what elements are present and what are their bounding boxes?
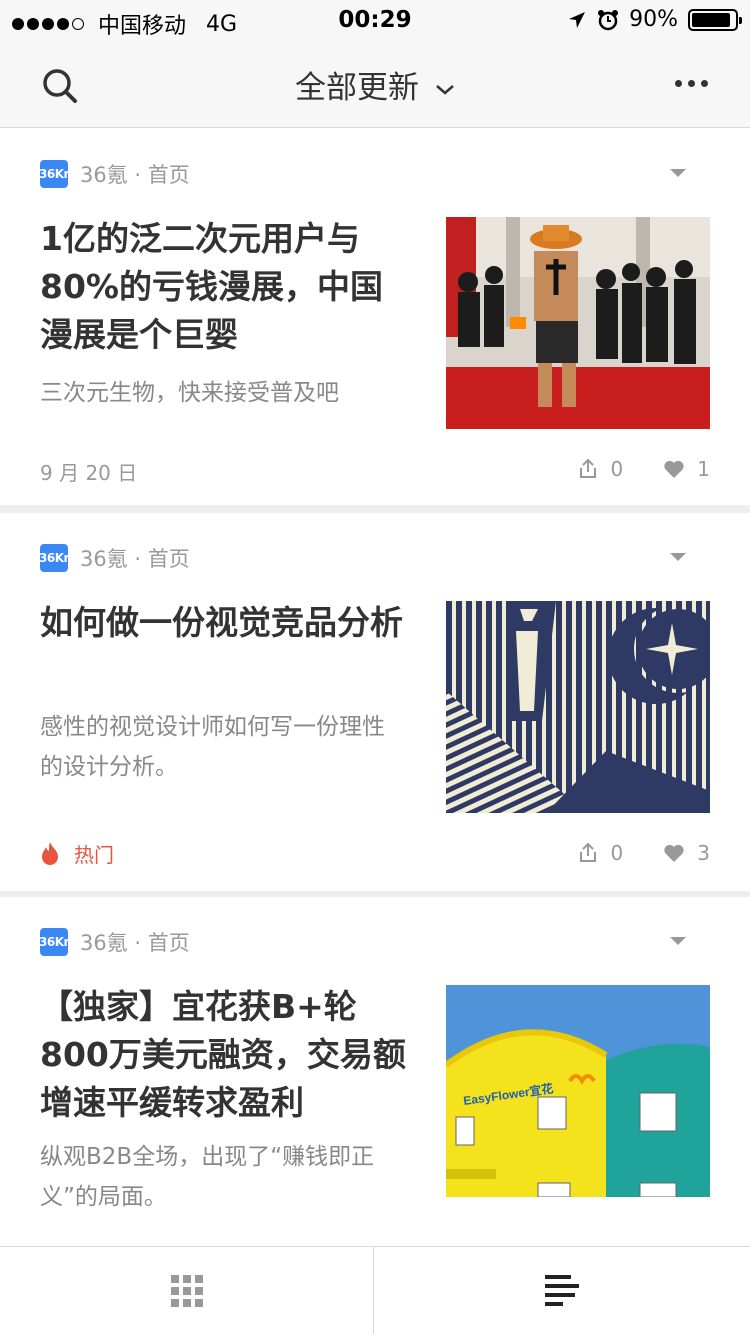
page-title: 全部更新 (295, 70, 419, 106)
tab-feed[interactable] (375, 1247, 749, 1334)
battery-level-fill (692, 12, 730, 27)
more-dot (675, 80, 682, 87)
flame-icon (42, 841, 58, 865)
battery-percent: 90% (629, 7, 678, 32)
share-button[interactable]: 0 (577, 457, 624, 481)
share-icon (579, 458, 596, 478)
card-divider (0, 505, 750, 513)
article-thumbnail[interactable] (446, 217, 710, 429)
article-card[interactable]: 36Kr 36氪 · 首页 【独家】宜花获B+轮800万美元融资，交易额增速平缓… (0, 897, 750, 1246)
chevron-down-icon (436, 84, 454, 95)
share-icon (579, 842, 596, 862)
status-right: 90% (567, 7, 742, 32)
article-stats: 0 1 (577, 457, 710, 481)
article-summary: 纵观B2B全场，出现了“赚钱即正义”的局面。 (40, 1144, 375, 1210)
article-thumbnail[interactable] (446, 601, 710, 813)
source-name: 36氪 · 首页 (80, 547, 190, 571)
more-dot (688, 80, 695, 87)
heart-icon (664, 844, 684, 862)
more-dot (701, 80, 708, 87)
source-logo: 36Kr (39, 928, 69, 956)
location-arrow-icon (569, 11, 586, 28)
like-button[interactable]: 1 (663, 457, 710, 481)
article-source: 36Kr 36氪 · 首页 (39, 159, 190, 189)
card-options-caret-icon[interactable] (670, 553, 686, 561)
article-thumbnail[interactable]: EasyFlower宜花 (446, 985, 710, 1197)
hot-tag[interactable]: 热门 (40, 839, 114, 868)
tab-categories[interactable] (0, 1247, 374, 1334)
article-title[interactable]: 1亿的泛二次元用户与80%的亏钱漫展，中国漫展是个巨婴 (40, 215, 410, 359)
article-summary: 感性的视觉设计师如何写一份理性的设计分析。 (40, 714, 385, 780)
article-card[interactable]: 36Kr 36氪 · 首页 如何做一份视觉竞品分析 感性的视觉设计师如何写一份理… (0, 513, 750, 891)
source-name: 36氪 · 首页 (80, 931, 190, 955)
cosplay-crowd-image (446, 217, 710, 429)
top-navigation-bar: 全部更新 (0, 40, 750, 128)
source-logo: 36Kr (39, 160, 69, 188)
article-stats: 0 3 (577, 841, 710, 865)
card-options-caret-icon[interactable] (670, 169, 686, 177)
article-summary: 三次元生物，快来接受普及吧 (40, 380, 339, 406)
like-button[interactable]: 3 (663, 841, 710, 865)
heart-icon (664, 460, 684, 478)
alarm-clock-icon (598, 9, 619, 30)
battery-icon (688, 8, 742, 31)
feed-filter-dropdown[interactable]: 全部更新 (0, 62, 750, 107)
article-card[interactable]: 36Kr 36氪 · 首页 1亿的泛二次元用户与80%的亏钱漫展，中国漫展是个巨… (0, 129, 750, 505)
easyflower-building-image: EasyFlower宜花 (446, 985, 710, 1197)
like-count: 3 (697, 841, 710, 865)
list-icon (545, 1275, 579, 1306)
share-button[interactable]: 0 (577, 841, 624, 865)
status-bar: 中国移动 4G 00:29 90% (0, 0, 750, 40)
card-options-caret-icon[interactable] (670, 937, 686, 945)
article-title[interactable]: 如何做一份视觉竞品分析 (40, 599, 410, 647)
source-logo: 36Kr (39, 544, 69, 572)
article-source: 36Kr 36氪 · 首页 (39, 927, 190, 957)
share-count: 0 (610, 457, 624, 481)
article-date: 9 月 20 日 (40, 461, 138, 485)
share-count: 0 (610, 841, 624, 865)
like-count: 1 (697, 457, 710, 481)
grid-icon (170, 1275, 203, 1307)
source-name: 36氪 · 首页 (80, 163, 190, 187)
article-title[interactable]: 【独家】宜花获B+轮800万美元融资，交易额增速平缓转求盈利 (40, 983, 410, 1127)
visual-design-illustration (446, 601, 710, 813)
more-options-button[interactable] (675, 80, 708, 87)
bottom-tab-bar (0, 1246, 750, 1334)
article-source: 36Kr 36氪 · 首页 (39, 543, 190, 573)
hot-tag-label: 热门 (74, 843, 114, 867)
